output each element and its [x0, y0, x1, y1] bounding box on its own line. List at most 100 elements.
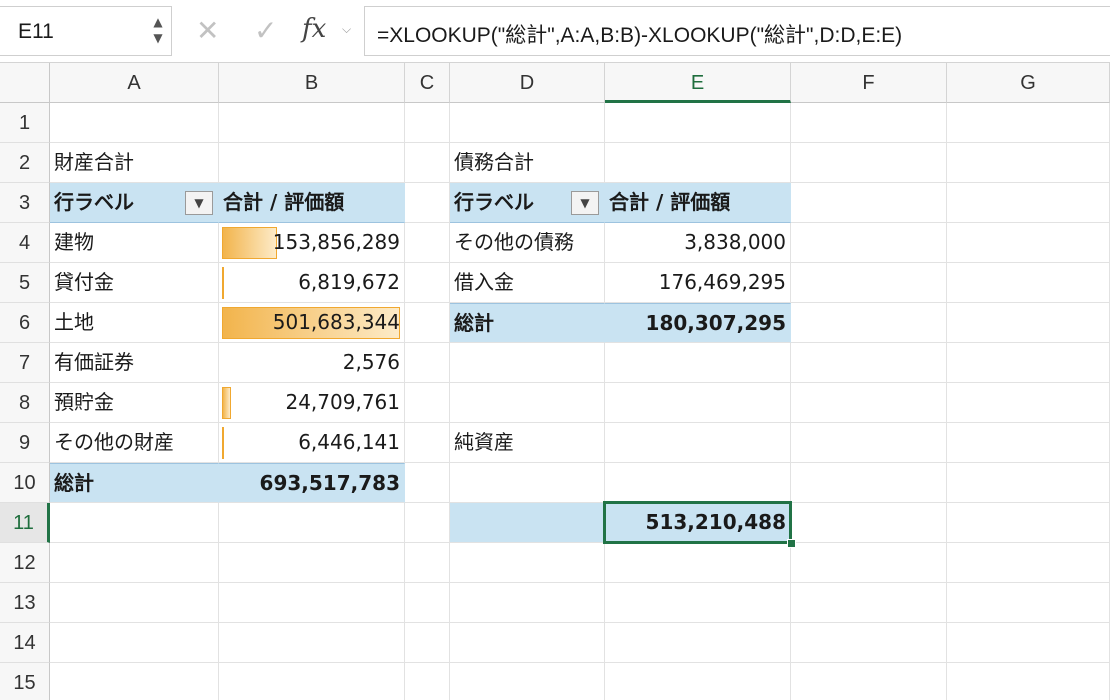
- row-header-8[interactable]: 8: [0, 383, 50, 423]
- empty-cell[interactable]: [450, 623, 605, 663]
- empty-cell[interactable]: [450, 383, 605, 423]
- assets-title[interactable]: 財産合計: [50, 143, 219, 183]
- empty-cell[interactable]: [947, 143, 1110, 183]
- empty-cell[interactable]: [50, 663, 219, 700]
- debts-title[interactable]: 債務合計: [450, 143, 605, 183]
- assets-item-label[interactable]: 預貯金: [50, 383, 219, 423]
- empty-cell[interactable]: [791, 543, 947, 583]
- column-header-g[interactable]: G: [947, 63, 1110, 103]
- empty-cell[interactable]: [405, 103, 450, 143]
- empty-cell[interactable]: [219, 543, 405, 583]
- empty-cell[interactable]: [791, 103, 947, 143]
- empty-cell[interactable]: [791, 263, 947, 303]
- empty-cell[interactable]: [405, 423, 450, 463]
- row-header-9[interactable]: 9: [0, 423, 50, 463]
- empty-cell[interactable]: [947, 423, 1110, 463]
- debts-value-header[interactable]: 合計 / 評価額: [605, 183, 791, 223]
- empty-cell[interactable]: [947, 263, 1110, 303]
- empty-cell[interactable]: [947, 503, 1110, 543]
- filter-dropdown-icon[interactable]: ▼: [571, 191, 599, 215]
- fill-handle[interactable]: [787, 539, 796, 548]
- empty-cell[interactable]: [791, 423, 947, 463]
- empty-cell[interactable]: [405, 583, 450, 623]
- assets-item-value[interactable]: 2,576: [219, 343, 405, 383]
- row-header-10[interactable]: 10: [0, 463, 50, 503]
- debts-item-label[interactable]: その他の債務: [450, 223, 605, 263]
- assets-row-label-header[interactable]: 行ラベル ▼: [50, 183, 219, 223]
- assets-item-label[interactable]: 土地: [50, 303, 219, 343]
- empty-cell[interactable]: [605, 623, 791, 663]
- net-assets-label[interactable]: 純資産: [450, 423, 605, 463]
- empty-cell[interactable]: [405, 463, 450, 503]
- empty-cell[interactable]: [791, 303, 947, 343]
- row-header-4[interactable]: 4: [0, 223, 50, 263]
- empty-cell[interactable]: [947, 463, 1110, 503]
- empty-cell[interactable]: [605, 103, 791, 143]
- debts-total-label[interactable]: 総計: [450, 303, 605, 343]
- debts-item-label[interactable]: 借入金: [450, 263, 605, 303]
- empty-cell[interactable]: [791, 623, 947, 663]
- empty-cell[interactable]: [947, 183, 1110, 223]
- enter-icon[interactable]: ✓: [254, 14, 277, 47]
- row-header-12[interactable]: 12: [0, 543, 50, 583]
- empty-cell[interactable]: [450, 663, 605, 700]
- assets-item-value[interactable]: 153,856,289: [219, 223, 405, 263]
- assets-item-value[interactable]: 6,446,141: [219, 423, 405, 463]
- empty-cell[interactable]: [219, 503, 405, 543]
- row-header-14[interactable]: 14: [0, 623, 50, 663]
- empty-cell[interactable]: [50, 623, 219, 663]
- row-header-5[interactable]: 5: [0, 263, 50, 303]
- empty-cell[interactable]: [50, 543, 219, 583]
- empty-cell[interactable]: [791, 583, 947, 623]
- empty-cell[interactable]: [605, 383, 791, 423]
- select-all-corner[interactable]: [0, 63, 50, 103]
- assets-total-value[interactable]: 693,517,783: [219, 463, 405, 503]
- empty-cell[interactable]: [947, 623, 1110, 663]
- empty-cell[interactable]: [605, 423, 791, 463]
- assets-total-label[interactable]: 総計: [50, 463, 219, 503]
- row-header-2[interactable]: 2: [0, 143, 50, 183]
- empty-cell[interactable]: [219, 663, 405, 700]
- empty-cell[interactable]: [791, 183, 947, 223]
- empty-cell[interactable]: [219, 623, 405, 663]
- empty-cell[interactable]: [450, 103, 605, 143]
- assets-value-header[interactable]: 合計 / 評価額: [219, 183, 405, 223]
- empty-cell[interactable]: [450, 543, 605, 583]
- empty-cell[interactable]: [947, 103, 1110, 143]
- debts-item-value[interactable]: 176,469,295: [605, 263, 791, 303]
- assets-item-value[interactable]: 6,819,672: [219, 263, 405, 303]
- net-assets-value[interactable]: 513,210,488: [605, 503, 791, 543]
- debts-item-value[interactable]: 3,838,000: [605, 223, 791, 263]
- empty-cell[interactable]: [405, 343, 450, 383]
- formula-input[interactable]: =XLOOKUP("総計",A:A,B:B)-XLOOKUP("総計",D:D,…: [364, 6, 1110, 56]
- empty-cell[interactable]: [947, 383, 1110, 423]
- row-header-6[interactable]: 6: [0, 303, 50, 343]
- net-assets-fill-cell[interactable]: [450, 503, 605, 543]
- empty-cell[interactable]: [605, 343, 791, 383]
- empty-cell[interactable]: [791, 663, 947, 700]
- debts-row-label-header[interactable]: 行ラベル ▼: [450, 183, 605, 223]
- empty-cell[interactable]: [50, 503, 219, 543]
- empty-cell[interactable]: [605, 463, 791, 503]
- empty-cell[interactable]: [791, 343, 947, 383]
- empty-cell[interactable]: [947, 303, 1110, 343]
- empty-cell[interactable]: [605, 143, 791, 183]
- row-header-11[interactable]: 11: [0, 503, 50, 543]
- empty-cell[interactable]: [405, 503, 450, 543]
- empty-cell[interactable]: [405, 383, 450, 423]
- name-box[interactable]: E11 ▲ ▼: [0, 6, 172, 56]
- empty-cell[interactable]: [405, 623, 450, 663]
- column-header-c[interactable]: C: [405, 63, 450, 103]
- row-header-3[interactable]: 3: [0, 183, 50, 223]
- column-header-f[interactable]: F: [791, 63, 947, 103]
- stepper-down-icon[interactable]: ▼: [150, 30, 166, 46]
- filter-dropdown-icon[interactable]: ▼: [185, 191, 213, 215]
- name-box-value[interactable]: E11: [18, 20, 54, 44]
- empty-cell[interactable]: [219, 583, 405, 623]
- empty-cell[interactable]: [219, 143, 405, 183]
- assets-item-value[interactable]: 501,683,344: [219, 303, 405, 343]
- empty-cell[interactable]: [791, 143, 947, 183]
- empty-cell[interactable]: [50, 583, 219, 623]
- empty-cell[interactable]: [605, 583, 791, 623]
- formula-text[interactable]: =XLOOKUP("総計",A:A,B:B)-XLOOKUP("総計",D:D,…: [377, 19, 902, 49]
